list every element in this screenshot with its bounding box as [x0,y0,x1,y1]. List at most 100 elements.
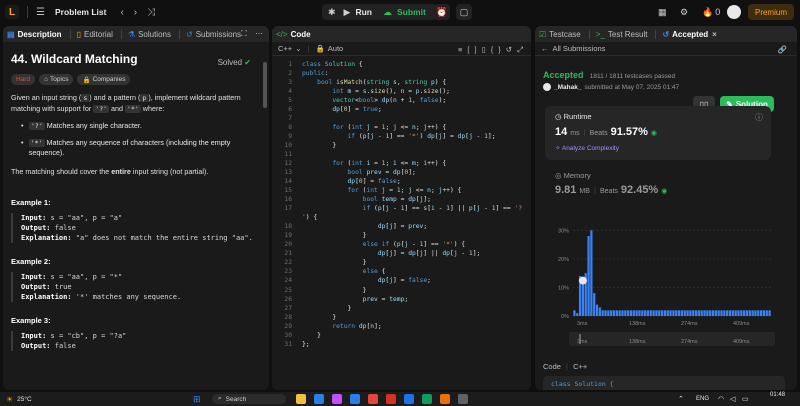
bar[interactable] [762,310,766,316]
bar[interactable] [748,310,751,316]
bar[interactable] [672,310,675,316]
bar[interactable] [621,310,624,316]
tab-accepted[interactable]: ↺ Accepted × [662,30,716,39]
bar[interactable] [731,310,734,316]
brackets-icon[interactable]: [] [467,45,481,54]
bar[interactable] [737,310,740,316]
bar[interactable] [612,310,616,316]
file-explorer-icon[interactable] [296,394,306,404]
bar[interactable] [644,310,647,316]
bar[interactable] [629,310,633,316]
memory-title[interactable]: ◎ Memory [555,171,591,180]
edge-icon[interactable] [314,394,324,404]
chevron-left-icon[interactable]: ‹ [120,7,123,18]
bar[interactable] [601,310,604,316]
bar[interactable] [627,310,630,316]
all-submissions-link[interactable]: All Submissions [553,44,606,53]
bar[interactable] [711,310,715,316]
bar[interactable] [726,310,729,316]
app-icon[interactable] [458,394,468,404]
bar[interactable] [595,304,599,316]
bar[interactable] [604,310,607,316]
reset-icon[interactable]: ↺ [506,45,517,54]
bar[interactable] [689,310,692,316]
streak-counter[interactable]: 🔥 0 [702,4,720,20]
bar[interactable] [624,310,627,316]
tab-solutions[interactable]: ⚗ Solutions [128,30,171,39]
language-indicator[interactable]: ENG [696,396,709,402]
app-icon[interactable] [422,394,432,404]
bar[interactable] [615,310,618,316]
problem-list-link[interactable]: Problem List [55,7,106,17]
runtime-card[interactable]: ◷ Runtime ⓘ 14 ms | Beats 91.57% ◉ ✧ Ana… [545,106,771,160]
arrow-left-icon[interactable]: ← [541,44,549,53]
bar[interactable] [632,310,635,316]
bar[interactable] [675,310,678,316]
info-icon[interactable]: ⓘ [755,112,763,123]
tab-editorial[interactable]: ▯ Editorial [77,30,113,39]
chevron-up-icon[interactable]: ⌃ [678,395,684,403]
language-select[interactable]: C++ [278,44,292,53]
tab-testcase[interactable]: ☑ Testcase [539,30,581,39]
bar[interactable] [720,310,723,316]
bar[interactable] [641,310,644,316]
auto-mode[interactable]: Auto [328,44,343,53]
submit-button[interactable]: Submit [397,7,426,17]
close-icon[interactable]: × [712,30,717,39]
bar[interactable] [751,310,754,316]
expand-icon[interactable]: ⛶ [241,29,247,39]
bar[interactable] [683,310,686,316]
search-box[interactable]: ⌕ Search [212,394,286,404]
bar[interactable] [680,310,684,316]
bar[interactable] [759,310,763,316]
bookmark-icon[interactable]: ▯ [482,45,491,54]
windows-start-icon[interactable]: ⊞ [193,394,201,405]
alarm-icon[interactable]: ⏰ [434,4,450,20]
bar[interactable] [717,310,720,316]
bar[interactable] [618,310,621,316]
bar[interactable] [652,310,655,316]
tab-code[interactable]: Code [291,30,311,39]
chevron-right-icon[interactable]: › [134,7,137,18]
list-icon[interactable]: ☰ [36,7,45,18]
more-icon[interactable]: ⋯ [255,29,263,38]
bar[interactable] [646,310,650,316]
analyze-complexity-link[interactable]: ✧ Analyze Complexity [555,144,619,152]
bar[interactable] [593,293,596,316]
bar[interactable] [757,310,760,316]
app-icon[interactable] [332,394,342,404]
bar[interactable] [714,310,717,316]
premium-button[interactable]: Premium [748,4,794,20]
bar[interactable] [765,310,768,316]
bar[interactable] [703,310,706,316]
bar[interactable] [754,310,757,316]
bar[interactable] [694,310,698,316]
runtime-distribution-chart[interactable]: 30% 20% 10% 0% 3ms 138ms 274ms 409ms 3ms 138ms 274… [539,208,779,348]
avatar[interactable] [727,5,741,19]
maximize-icon[interactable]: ⤢ [517,45,528,54]
bar[interactable] [734,310,737,316]
bar[interactable] [590,230,593,316]
bar[interactable] [706,310,709,316]
chrome-icon[interactable] [404,394,414,404]
bar[interactable] [697,310,700,316]
weather-temp[interactable]: 25°C [17,396,32,403]
debug-icon[interactable]: ✱ [328,7,336,18]
bar[interactable] [745,310,749,316]
bar[interactable] [610,310,613,316]
shuffle-icon[interactable]: ⤨ [147,7,155,18]
bar[interactable] [686,310,689,316]
bar[interactable] [655,310,658,316]
bar[interactable] [576,313,579,316]
tab-description[interactable]: ▤ Description [7,30,62,39]
bar[interactable] [709,310,712,316]
scrollbar[interactable] [263,62,267,108]
bar[interactable] [607,310,610,316]
bar[interactable] [740,310,743,316]
bar[interactable] [598,307,601,316]
bar[interactable] [581,284,585,316]
bar[interactable] [669,310,672,316]
bar[interactable] [635,310,638,316]
bar[interactable] [768,310,771,316]
clock[interactable]: 01:48 [770,392,785,399]
